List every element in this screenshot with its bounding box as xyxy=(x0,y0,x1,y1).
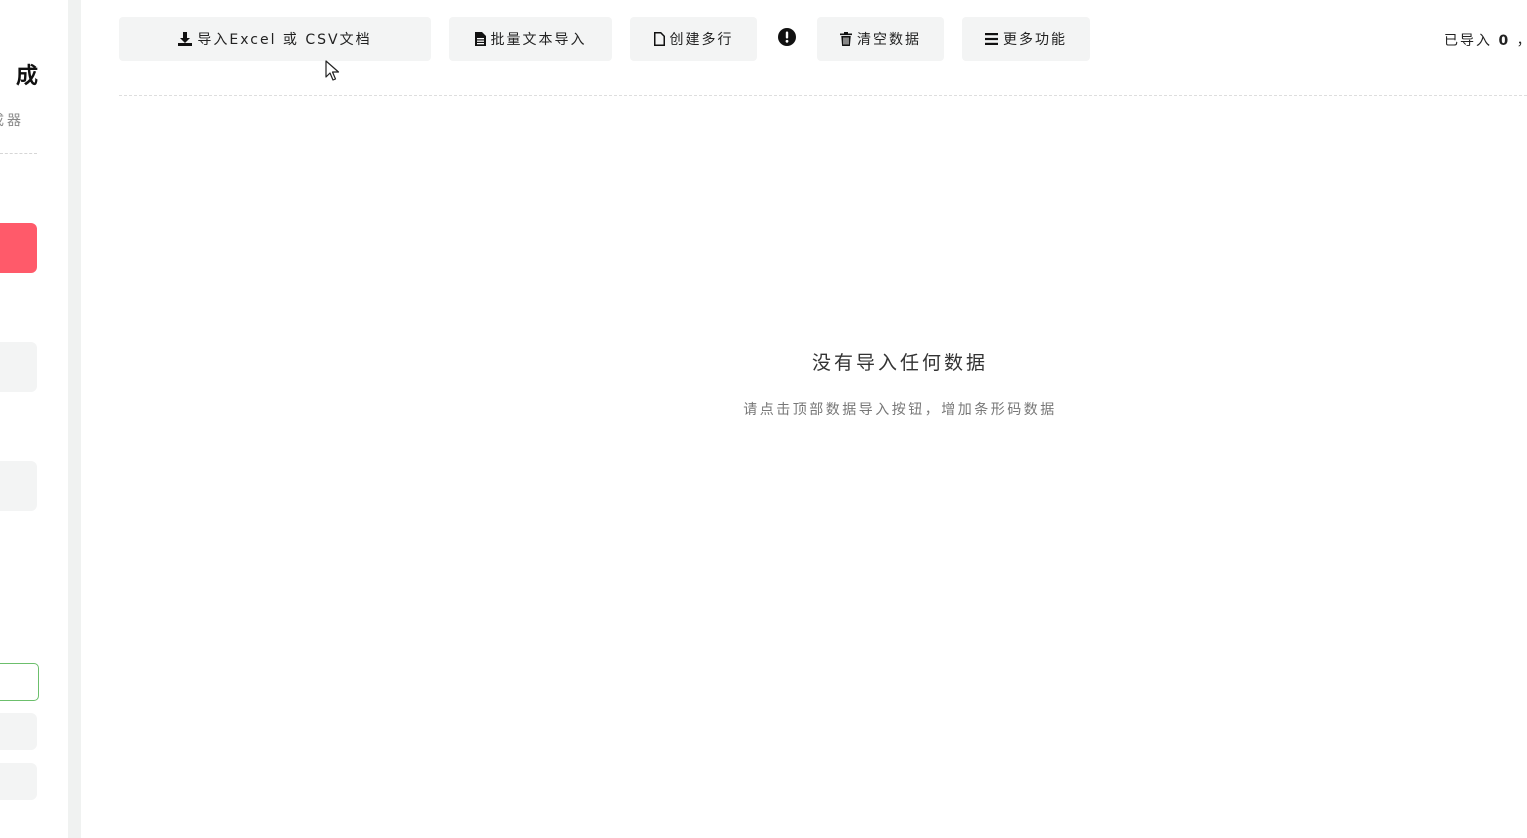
trash-icon xyxy=(840,32,852,46)
mouse-cursor-icon xyxy=(325,60,341,86)
import-counter: 已导入 0 ， xyxy=(1444,30,1527,50)
import-excel-label: 导入Excel 或 CSV文档 xyxy=(197,32,372,48)
create-rows-label: 创建多行 xyxy=(669,32,734,48)
file-outline-icon xyxy=(653,32,665,46)
sidebar-divider xyxy=(0,153,37,154)
sidebar-subtitle: 成器 xyxy=(0,113,24,129)
bulk-text-import-button[interactable]: 批量文本导入 xyxy=(449,17,612,61)
toolbar-divider xyxy=(119,95,1527,96)
empty-state: 没有导入任何数据 请点击顶部数据导入按钮，增加条形码数据 xyxy=(600,348,1200,419)
sidebar-field-2[interactable] xyxy=(0,763,37,800)
empty-state-hint: 请点击顶部数据导入按钮，增加条形码数据 xyxy=(743,402,1057,418)
sidebar-gutter xyxy=(68,0,81,838)
counter-value: 0 xyxy=(1498,33,1511,49)
bulk-text-import-label: 批量文本导入 xyxy=(490,32,587,48)
sidebar-option-2[interactable] xyxy=(0,461,37,511)
create-rows-button[interactable]: 创建多行 xyxy=(630,17,757,61)
download-icon xyxy=(178,32,193,46)
sidebar-primary-button[interactable] xyxy=(0,223,37,273)
counter-prefix: 已导入 xyxy=(1444,33,1492,49)
sidebar-title: 成 xyxy=(15,64,38,89)
sidebar: 成 成器 xyxy=(0,0,68,838)
counter-suffix: ， xyxy=(1517,33,1527,49)
exclamation-circle-icon[interactable] xyxy=(778,28,796,50)
more-features-button[interactable]: 更多功能 xyxy=(962,17,1090,61)
sidebar-field-1[interactable] xyxy=(0,713,37,750)
more-features-label: 更多功能 xyxy=(1003,32,1067,48)
clear-data-label: 清空数据 xyxy=(857,32,921,48)
menu-icon xyxy=(985,33,998,45)
empty-state-title: 没有导入任何数据 xyxy=(811,352,988,374)
import-excel-button[interactable]: 导入Excel 或 CSV文档 xyxy=(119,17,431,61)
file-text-icon xyxy=(474,32,486,46)
sidebar-option-1[interactable] xyxy=(0,342,37,392)
clear-data-button[interactable]: 清空数据 xyxy=(817,17,944,61)
sidebar-input[interactable] xyxy=(0,663,39,701)
